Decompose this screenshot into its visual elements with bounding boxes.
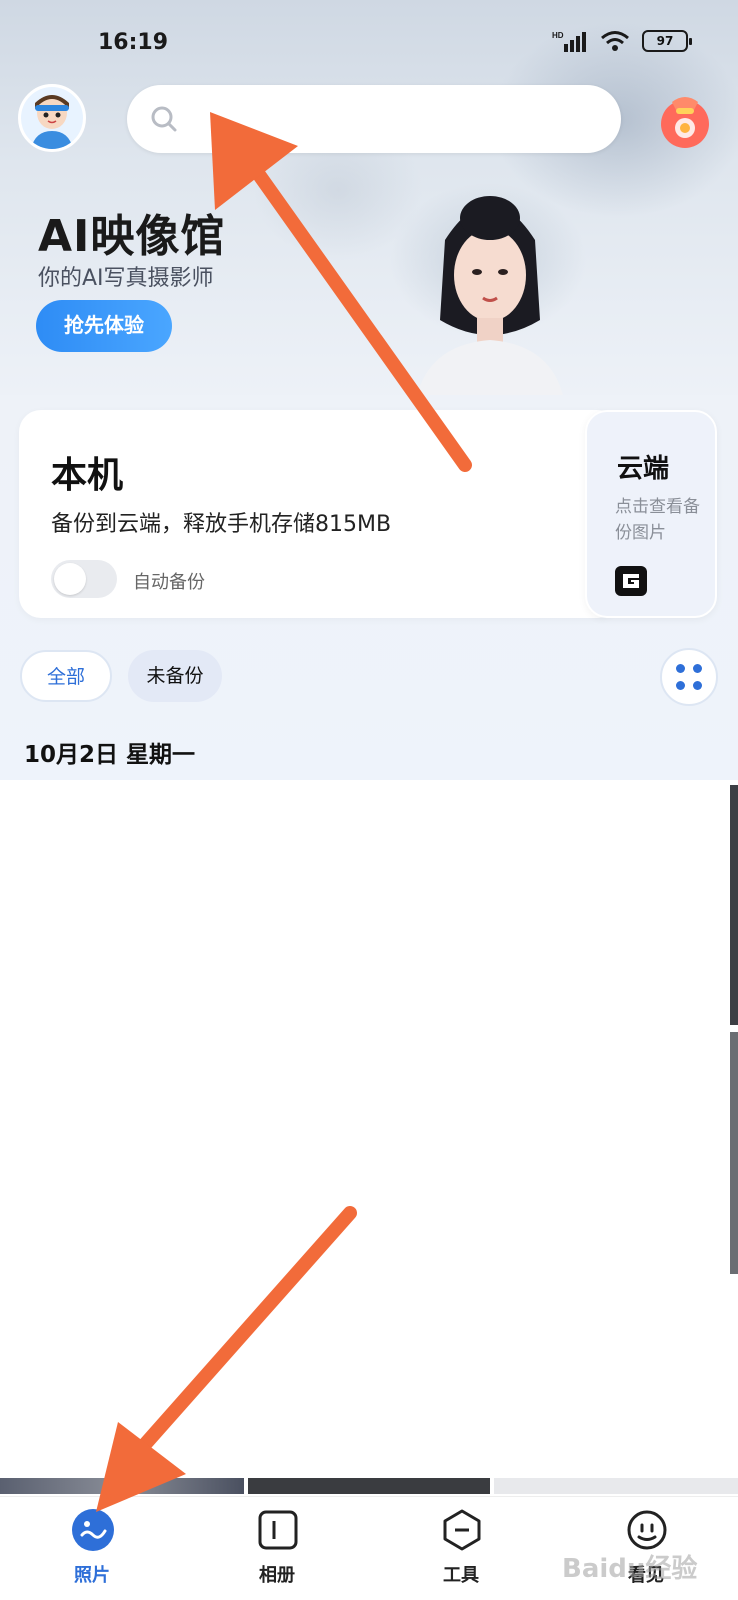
- nav-photos[interactable]: 照片: [37, 1509, 147, 1595]
- nav-tools[interactable]: 工具: [406, 1509, 516, 1595]
- cloud-logo-icon: [615, 566, 647, 596]
- banner-title: AI映像馆: [38, 211, 226, 262]
- nav-photos-label: 照片: [74, 1565, 110, 1586]
- local-device-card[interactable]: 本机 备份到云端，释放手机存储815MB 自动备份: [19, 410, 619, 618]
- filter-unbacked-button[interactable]: 未备份: [128, 650, 222, 702]
- nav-tools-label: 工具: [443, 1565, 479, 1586]
- nav-album[interactable]: 相册: [222, 1509, 332, 1595]
- photo-thumbnail[interactable]: [0, 1478, 244, 1494]
- cloud-card-title: 云端: [617, 454, 670, 484]
- status-time: 16:19: [98, 30, 169, 55]
- gift-bag-icon[interactable]: [654, 88, 716, 152]
- date-heading: 10月2日 星期一: [24, 742, 196, 768]
- photo-grid[interactable]: [0, 780, 738, 1480]
- battery-indicator: 97: [642, 30, 692, 52]
- wifi-icon: [601, 31, 629, 51]
- auto-backup-toggle[interactable]: [51, 560, 117, 598]
- photos-icon: [72, 1509, 114, 1551]
- auto-backup-label: 自动备份: [133, 572, 205, 593]
- filter-all-button[interactable]: 全部: [20, 650, 112, 702]
- cloud-card[interactable]: 云端 点击查看备份图片: [585, 410, 717, 618]
- try-now-button[interactable]: 抢先体验: [36, 300, 172, 352]
- hero-banner[interactable]: 16:19 HD 97 AI映像馆 你的AI写真摄影师 抢先体验: [0, 0, 738, 410]
- user-avatar[interactable]: [18, 84, 86, 152]
- status-bar: 16:19 HD 97: [0, 0, 738, 80]
- photo-edge-thumbnail[interactable]: [730, 785, 738, 1025]
- search-icon: [151, 106, 177, 132]
- photo-thumbnail[interactable]: [248, 1478, 490, 1494]
- local-card-title: 本机: [51, 455, 124, 496]
- search-bar[interactable]: [127, 85, 621, 153]
- photo-thumbnail[interactable]: [494, 1478, 738, 1494]
- local-card-description: 备份到云端，释放手机存储815MB: [51, 512, 392, 537]
- banner-subtitle: 你的AI写真摄影师: [38, 266, 214, 291]
- see-icon: [627, 1510, 667, 1550]
- grid-view-icon[interactable]: [660, 648, 718, 706]
- portrait-image: [415, 196, 565, 405]
- album-icon: [258, 1510, 298, 1550]
- svg-text:HD: HD: [552, 31, 564, 40]
- photo-edge-thumbnail[interactable]: [730, 1032, 738, 1274]
- cloud-card-description: 点击查看备份图片: [615, 497, 700, 543]
- nav-album-label: 相册: [259, 1565, 295, 1586]
- tools-icon: [443, 1509, 481, 1551]
- watermark-text: Baidu经验: [562, 1554, 698, 1584]
- signal-icon: HD: [552, 31, 586, 52]
